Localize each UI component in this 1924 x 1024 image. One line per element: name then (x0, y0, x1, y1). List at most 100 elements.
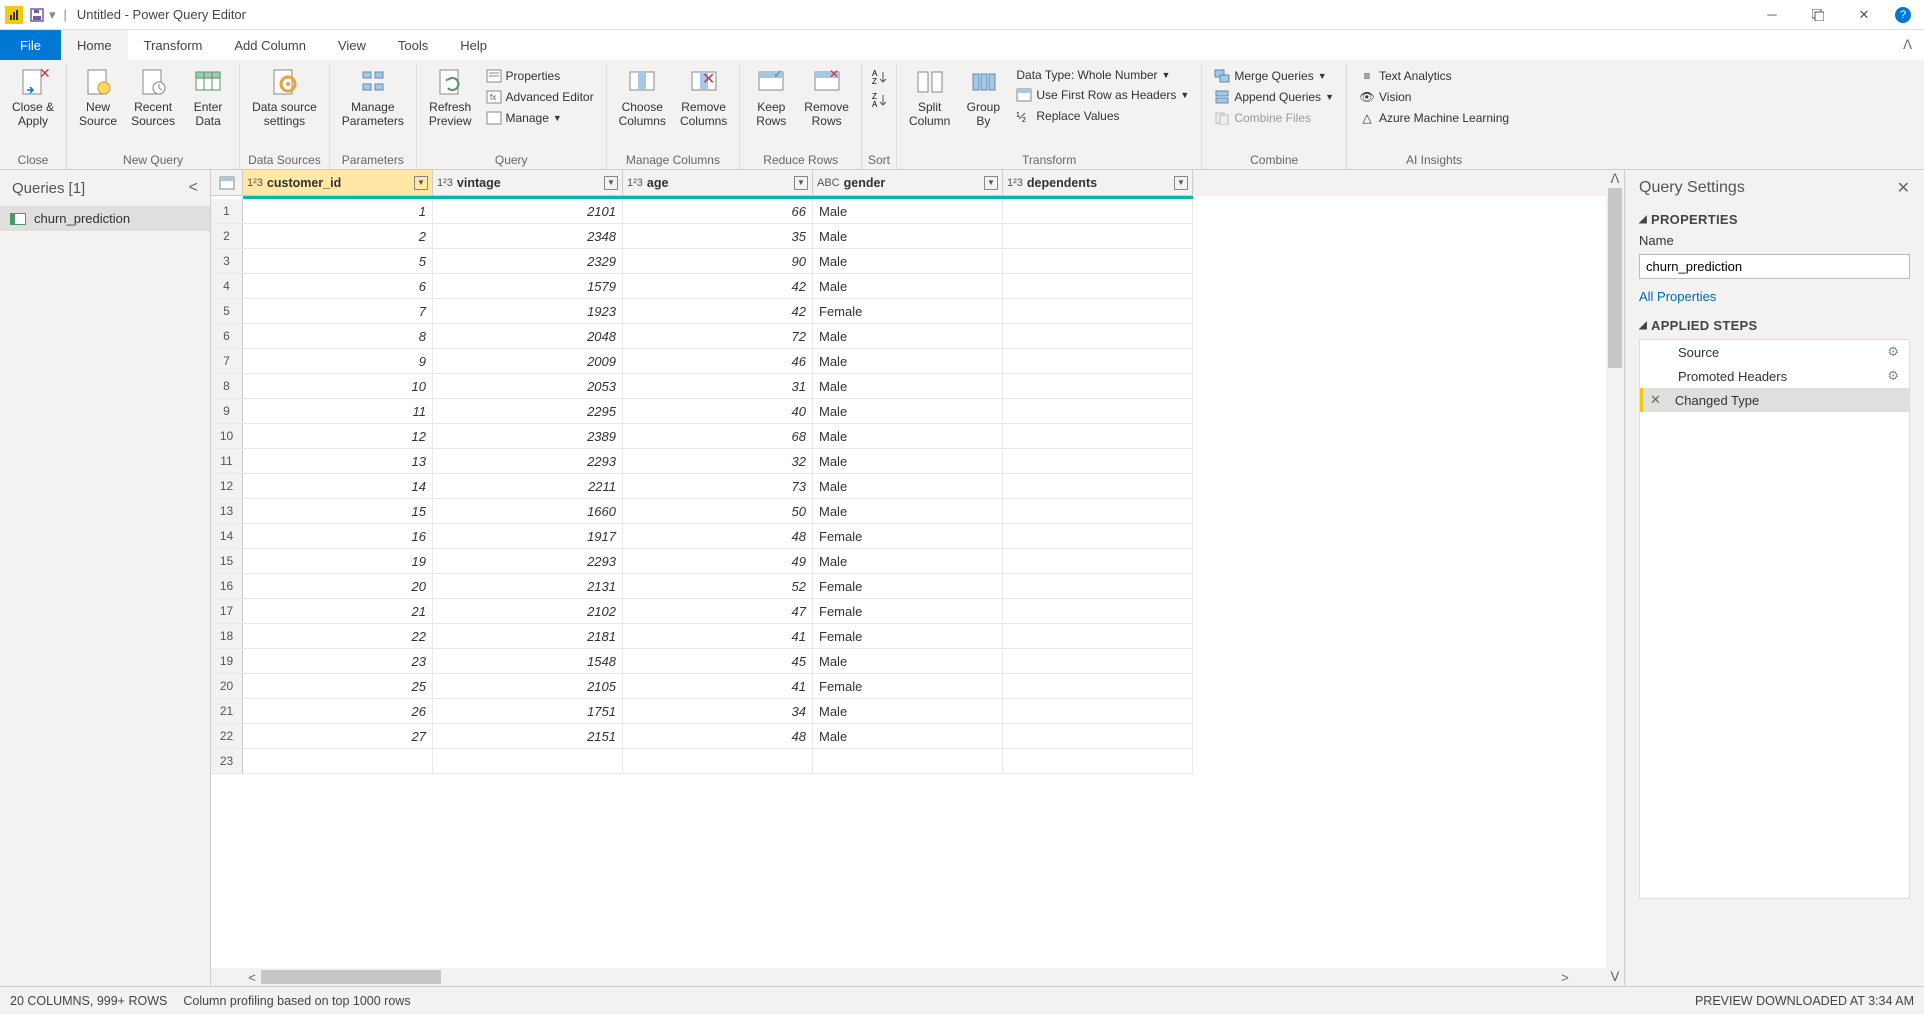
row-number[interactable]: 16 (211, 574, 243, 599)
filter-dropdown[interactable]: ▼ (604, 176, 618, 190)
table-row[interactable]: 810205331Male (211, 374, 1606, 399)
table-row[interactable]: 57192342Female (211, 299, 1606, 324)
cell[interactable]: Male (813, 724, 1003, 749)
cell[interactable]: 52 (623, 574, 813, 599)
cell[interactable]: 16 (243, 524, 433, 549)
cell[interactable]: Male (813, 324, 1003, 349)
table-row[interactable]: 1923154845Male (211, 649, 1606, 674)
cell[interactable]: 21 (243, 599, 433, 624)
table-row[interactable]: 2227215148Male (211, 724, 1606, 749)
recent-sources-button[interactable]: Recent Sources (125, 64, 181, 130)
cell[interactable] (1003, 224, 1193, 249)
cell[interactable]: 42 (623, 274, 813, 299)
cell[interactable] (1003, 649, 1193, 674)
cell[interactable]: 1660 (433, 499, 623, 524)
cell[interactable] (1003, 324, 1193, 349)
combine-files-button[interactable]: Combine Files (1208, 108, 1340, 128)
table-row[interactable]: 35232990Male (211, 249, 1606, 274)
cell[interactable]: 2102 (433, 599, 623, 624)
tab-view[interactable]: View (322, 30, 382, 60)
cell[interactable]: 49 (623, 549, 813, 574)
tab-home[interactable]: Home (61, 30, 128, 60)
cell[interactable]: Male (813, 274, 1003, 299)
manage-parameters-button[interactable]: Manage Parameters (336, 64, 410, 130)
sort-desc-button[interactable]: ZA (868, 89, 890, 111)
status-profiling[interactable]: Column profiling based on top 1000 rows (183, 994, 410, 1008)
applied-step[interactable]: Promoted Headers⚙ (1640, 364, 1909, 388)
type-icon[interactable]: ABC (817, 177, 840, 189)
properties-header[interactable]: ◢PROPERTIES (1639, 212, 1910, 227)
filter-dropdown[interactable]: ▼ (984, 176, 998, 190)
group-by-button[interactable]: Group By (958, 64, 1008, 130)
row-number[interactable]: 17 (211, 599, 243, 624)
cell[interactable]: Male (813, 424, 1003, 449)
cell[interactable] (1003, 549, 1193, 574)
tab-transform[interactable]: Transform (128, 30, 219, 60)
cell[interactable]: 2101 (433, 199, 623, 224)
tab-add-column[interactable]: Add Column (218, 30, 322, 60)
filter-dropdown[interactable]: ▼ (1174, 176, 1188, 190)
cell[interactable]: Female (813, 624, 1003, 649)
cell[interactable] (623, 749, 813, 774)
text-analytics-button[interactable]: ≡Text Analytics (1353, 66, 1515, 86)
cell[interactable]: 7 (243, 299, 433, 324)
refresh-preview-button[interactable]: Refresh Preview (423, 64, 478, 130)
cell[interactable]: 12 (243, 424, 433, 449)
cell[interactable]: Male (813, 224, 1003, 249)
vision-button[interactable]: 👁Vision (1353, 87, 1515, 107)
cell[interactable] (1003, 599, 1193, 624)
cell[interactable]: 1548 (433, 649, 623, 674)
applied-step[interactable]: Source⚙ (1640, 340, 1909, 364)
cell[interactable]: 22 (243, 624, 433, 649)
row-number[interactable]: 3 (211, 249, 243, 274)
cell[interactable]: Male (813, 649, 1003, 674)
cell[interactable]: 1917 (433, 524, 623, 549)
cell[interactable] (1003, 749, 1193, 774)
cell[interactable] (1003, 399, 1193, 424)
manage-button[interactable]: Manage ▼ (480, 108, 600, 128)
vertical-scrollbar[interactable]: ᐱ ᐯ (1606, 170, 1624, 986)
column-header-age[interactable]: 1²3age▼ (623, 170, 813, 196)
scroll-right-button[interactable]: > (1556, 969, 1574, 985)
cell[interactable]: 2293 (433, 449, 623, 474)
properties-button[interactable]: Properties (480, 66, 600, 86)
cell[interactable] (1003, 624, 1193, 649)
table-row[interactable]: 1315166050Male (211, 499, 1606, 524)
cell[interactable]: 2211 (433, 474, 623, 499)
cell[interactable] (1003, 574, 1193, 599)
row-number[interactable]: 8 (211, 374, 243, 399)
table-row[interactable]: 1822218141Female (211, 624, 1606, 649)
cell[interactable]: 19 (243, 549, 433, 574)
cell[interactable]: 1923 (433, 299, 623, 324)
new-source-button[interactable]: New Source (73, 64, 123, 130)
table-row[interactable]: 1012238968Male (211, 424, 1606, 449)
table-row[interactable]: 1416191748Female (211, 524, 1606, 549)
vscroll-thumb[interactable] (1608, 188, 1622, 368)
cell[interactable]: 23 (243, 649, 433, 674)
table-row[interactable]: 68204872Male (211, 324, 1606, 349)
close-apply-button[interactable]: ✕ Close & Apply (6, 64, 60, 130)
cell[interactable]: 45 (623, 649, 813, 674)
query-name-input[interactable] (1639, 254, 1910, 279)
cell[interactable]: 14 (243, 474, 433, 499)
type-icon[interactable]: 1²3 (627, 177, 643, 189)
merge-queries-button[interactable]: Merge Queries ▼ (1208, 66, 1340, 86)
row-number[interactable]: 22 (211, 724, 243, 749)
cell[interactable] (243, 749, 433, 774)
choose-columns-button[interactable]: Choose Columns (613, 64, 672, 130)
cell[interactable]: 31 (623, 374, 813, 399)
append-queries-button[interactable]: Append Queries ▼ (1208, 87, 1340, 107)
row-number[interactable]: 4 (211, 274, 243, 299)
remove-columns-button[interactable]: ✕Remove Columns (674, 64, 733, 130)
keep-rows-button[interactable]: ✓Keep Rows (746, 64, 796, 130)
gear-icon[interactable]: ⚙ (1887, 344, 1899, 360)
cell[interactable]: 5 (243, 249, 433, 274)
cell[interactable]: Male (813, 449, 1003, 474)
table-row[interactable]: 11210166Male (211, 199, 1606, 224)
cell[interactable] (1003, 449, 1193, 474)
cell[interactable] (1003, 249, 1193, 274)
table-row[interactable]: 1519229349Male (211, 549, 1606, 574)
row-number[interactable]: 20 (211, 674, 243, 699)
cell[interactable]: 2009 (433, 349, 623, 374)
cell[interactable]: 11 (243, 399, 433, 424)
